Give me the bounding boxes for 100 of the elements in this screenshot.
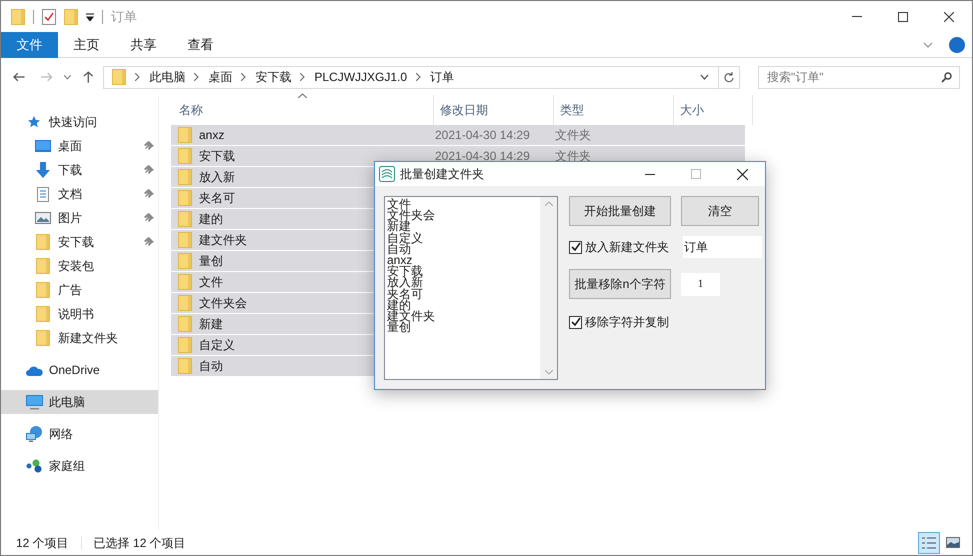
file-name: 安下载	[199, 148, 235, 165]
up-arrow-icon[interactable]	[82, 71, 94, 83]
file-type: 文件夹	[555, 127, 591, 144]
sidebar-item[interactable]: 网络	[1, 422, 158, 446]
homegroup-icon	[26, 459, 42, 473]
modified-date: 2021-04-30 14:29	[435, 148, 531, 165]
file-name: 文件	[199, 274, 223, 291]
breadcrumb-item[interactable]: PLCJWJJXGJ1.0	[314, 68, 408, 86]
chevron-right-icon[interactable]	[241, 73, 246, 81]
desktop-icon	[35, 140, 51, 152]
folder-icon	[36, 282, 50, 298]
ribbon-tab[interactable]: 文件	[1, 32, 58, 58]
sidebar-item[interactable]: 新建文件夹	[1, 326, 158, 350]
sidebar-item[interactable]: 此电脑	[1, 390, 158, 414]
breadcrumb-item[interactable]: 此电脑	[149, 68, 186, 86]
list-line: 建的	[387, 300, 411, 312]
document-icon	[37, 186, 49, 202]
folder-name-list[interactable]: 文件 文件夹会 新建 自定义 自动 anxz 安下载 放入新 夹名可 建的 建文件夹 量创	[384, 196, 558, 380]
chevron-right-icon[interactable]	[416, 73, 422, 81]
folder-icon	[178, 253, 192, 269]
properties-icon[interactable]	[42, 8, 56, 24]
refresh-icon	[723, 72, 734, 82]
chevron-down-icon[interactable]	[923, 42, 933, 48]
list-line: 放入新	[387, 277, 424, 289]
computer-icon	[26, 394, 42, 410]
help-icon[interactable]	[949, 36, 965, 52]
sidebar-item[interactable]: OneDrive	[1, 358, 158, 382]
folder-icon	[178, 211, 192, 227]
breadcrumb-item[interactable]: 安下载	[255, 68, 292, 86]
file-name: 建文件夹	[199, 232, 247, 249]
list-line: 建文件夹	[387, 311, 436, 322]
dialog-title: 批量创建文件夹	[400, 166, 484, 183]
folder-icon	[178, 169, 192, 185]
star-icon	[27, 115, 41, 129]
search-icon[interactable]	[941, 72, 952, 82]
folder-icon	[36, 306, 50, 322]
pin-icon	[144, 237, 154, 247]
refresh-button[interactable]	[718, 66, 740, 88]
ribbon-tab[interactable]: 共享	[115, 32, 172, 58]
file-name: 自动	[199, 358, 223, 375]
sidebar-item[interactable]: 快速访问	[1, 110, 158, 134]
image-view-icon	[946, 537, 960, 548]
folder-icon	[112, 69, 126, 85]
clear-button[interactable]: 清空	[681, 196, 759, 226]
list-line: 自定义	[387, 232, 424, 244]
sidebar-item[interactable]: 桌面	[1, 134, 158, 158]
sidebar-item[interactable]: 说明书	[1, 302, 158, 326]
cloud-icon	[26, 364, 42, 376]
column-header[interactable]: 名称	[171, 101, 433, 119]
folder-icon	[178, 274, 192, 290]
folder-icon	[178, 127, 192, 143]
start-create-button[interactable]: 开始批量创建	[569, 196, 671, 226]
pin-icon	[144, 213, 154, 223]
sidebar-item[interactable]: 图片	[1, 206, 158, 230]
count-field[interactable]: 1	[681, 272, 720, 296]
remove-characters-button[interactable]: 批量移除n个字符	[569, 269, 671, 299]
file-name: 放入新	[199, 169, 235, 186]
folder-icon	[178, 358, 192, 374]
folder-name-field[interactable]: 订单	[683, 236, 762, 258]
folder-icon	[178, 232, 192, 248]
folder-icon	[178, 295, 192, 311]
sidebar-item[interactable]: 安下载	[1, 230, 158, 254]
back-arrow-icon[interactable]	[13, 72, 25, 82]
ribbon-tab[interactable]: 主页	[58, 32, 115, 58]
details-view-button[interactable]	[918, 532, 940, 554]
dropdown-caret-icon[interactable]	[86, 12, 94, 20]
chevron-right-icon[interactable]	[194, 73, 200, 81]
check-icon	[570, 317, 580, 327]
chevron-down-icon[interactable]	[64, 74, 71, 80]
breadcrumb-item[interactable]: 订单	[430, 68, 454, 86]
pin-icon	[144, 189, 154, 199]
checkbox[interactable]	[569, 316, 582, 328]
list-line: 新建	[387, 221, 411, 233]
file-row[interactable]: anxz 2021-04-30 14:29 文件夹	[171, 125, 745, 146]
list-line: 夹名可	[387, 288, 424, 300]
sidebar-item[interactable]: 下载	[1, 158, 158, 182]
sidebar-item[interactable]: 安装包	[1, 254, 158, 278]
pin-icon	[144, 141, 154, 151]
close-icon	[944, 12, 954, 22]
file-name: 夹名可	[199, 190, 235, 207]
selection-count: 已选择 12 个项目	[94, 534, 186, 552]
chevron-down-icon[interactable]	[700, 74, 709, 80]
pin-icon	[144, 165, 154, 175]
chevron-right-icon[interactable]	[135, 73, 140, 81]
sidebar-item[interactable]: 广告	[1, 278, 158, 302]
folder-icon	[178, 316, 192, 332]
new-folder-icon	[64, 8, 78, 24]
ribbon-tab[interactable]: 查看	[172, 32, 229, 58]
list-line: 量创	[387, 322, 411, 334]
checkbox[interactable]	[569, 240, 582, 254]
breadcrumb-item[interactable]: 桌面	[208, 68, 232, 86]
network-icon	[26, 426, 42, 442]
file-name: 新建	[199, 316, 223, 333]
sidebar-item[interactable]: 家庭组	[1, 454, 158, 478]
file-name: 建的	[199, 211, 223, 228]
search-field[interactable]: 搜索"订单"	[758, 66, 960, 88]
address-bar[interactable]: 此电脑 桌面 安下载 PLCJWJJXGJ1.0 订单	[103, 66, 719, 88]
chevron-right-icon[interactable]	[300, 73, 306, 81]
item-count: 12 个项目	[16, 534, 69, 552]
sidebar-item[interactable]: 文档	[1, 182, 158, 206]
